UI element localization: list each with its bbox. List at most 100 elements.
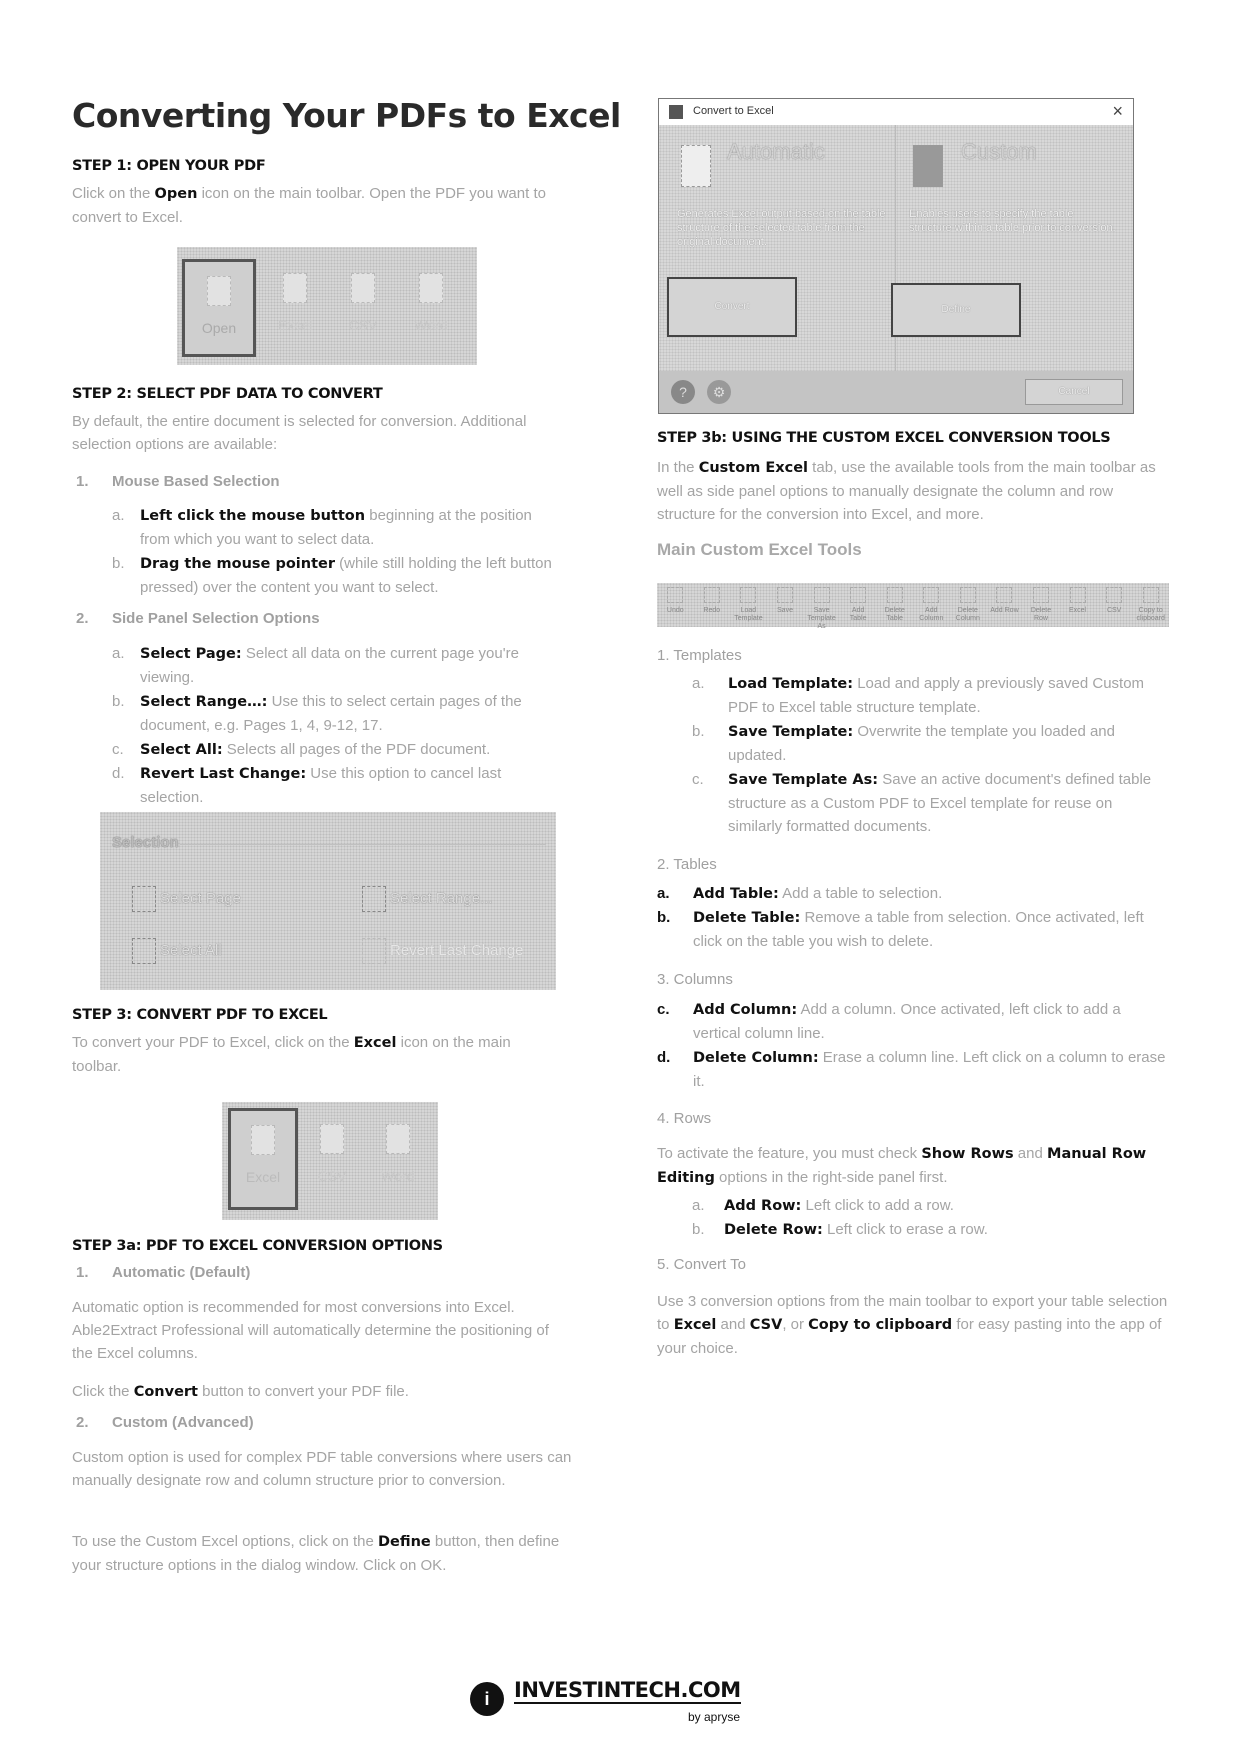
tool-copy-to-clipboard[interactable]: Copy to clipboard <box>1136 587 1166 623</box>
custom-option-title: 2. Custom (Advanced) <box>76 1414 254 1431</box>
tool-label: Add Row <box>990 607 1019 614</box>
excel-file-icon <box>251 1125 275 1155</box>
cancel-button[interactable]: Cancel <box>1025 379 1123 405</box>
list-item: b. Drag the mouse pointer (while still h… <box>112 555 552 596</box>
word-file-icon <box>419 273 443 303</box>
define-instruction: To use the Custom Excel options, click o… <box>72 1533 560 1574</box>
custom-excel-toolbar-screenshot: Undo Redo Load Template Save Save Template A… <box>657 583 1169 630</box>
select-range-option[interactable]: Select Range... <box>362 886 493 912</box>
delete-row-icon <box>1033 587 1049 603</box>
automatic-option-heading[interactable]: Automatic <box>727 139 825 165</box>
delete-table-icon <box>886 587 903 603</box>
step1-text: Click on the Open icon on the main toolb… <box>72 185 546 226</box>
tool-csv[interactable]: CSV <box>1099 587 1129 615</box>
custom-table-icon <box>913 145 943 187</box>
revert-icon <box>362 938 386 964</box>
list-item: c. Add Column: Add a column. Once activa… <box>657 1001 1121 1042</box>
brand-byline: by apryse <box>688 1710 741 1724</box>
list-item: d. Delete Column: Erase a column line. L… <box>657 1049 1166 1090</box>
tool-load-template[interactable]: Load Template <box>733 587 763 623</box>
help-icon[interactable]: ? <box>671 380 695 404</box>
select-page-option[interactable]: Select Page <box>132 886 241 912</box>
custom-option-description: Enables users to specify the table struc… <box>909 208 1116 234</box>
tool-add-row[interactable]: Add Row <box>989 587 1019 615</box>
tool-delete-row[interactable]: Delete Row <box>1026 587 1056 623</box>
tool-label: Delete Row <box>1030 607 1052 622</box>
toolbar-excel-button[interactable]: Excel <box>267 273 323 333</box>
step3b-text: In the Custom Excel tab, use the availab… <box>657 459 1156 523</box>
automatic-option-title: 1. Automatic (Default) <box>76 1264 251 1281</box>
save-icon <box>777 587 793 603</box>
convert-button[interactable]: Convert <box>667 277 797 337</box>
tool-delete-table[interactable]: Delete Table <box>880 587 910 623</box>
convert-to-title: 5. Convert To <box>657 1256 746 1273</box>
revert-last-change-option[interactable]: Revert Last Change <box>362 938 523 964</box>
tool-label: Delete Column <box>955 607 980 622</box>
tool-excel[interactable]: Excel <box>1063 587 1093 615</box>
load-template-icon <box>740 587 757 603</box>
toolbar-word-button[interactable]: Word <box>403 273 459 333</box>
automatic-option-text: Automatic option is recommended for most… <box>72 1299 549 1362</box>
word-file-icon <box>386 1124 410 1154</box>
dialog-titlebar: Convert to Excel × <box>659 99 1133 125</box>
main-toolbar-screenshot: Open Excel CSV Word <box>177 247 477 365</box>
tool-redo[interactable]: Redo <box>697 587 727 615</box>
folder-open-icon <box>207 276 231 306</box>
tool-delete-column[interactable]: Delete Column <box>953 587 983 623</box>
convert-to-text: Use 3 conversion options from the main t… <box>657 1293 1168 1357</box>
csv-icon <box>1106 587 1123 603</box>
step3b-heading: STEP 3b: USING THE CUSTOM EXCEL CONVERSI… <box>657 430 1111 446</box>
tool-label: Undo <box>666 607 684 614</box>
brand-name[interactable]: INVESTINTECH.COM <box>514 1678 741 1704</box>
checkmark-icon <box>132 938 156 964</box>
tool-label: CSV <box>1106 607 1122 614</box>
toolbar-word-button[interactable]: Word <box>370 1124 426 1184</box>
tool-save[interactable]: Save <box>770 587 800 615</box>
define-button[interactable]: Define <box>891 283 1021 337</box>
undo-icon <box>667 587 684 603</box>
step2-section-1-title: 1. Mouse Based Selection <box>76 473 280 490</box>
tool-label: Add Column <box>919 607 944 622</box>
tool-label: Copy to clipboard <box>1136 607 1165 622</box>
custom-option-text: Custom option is used for complex PDF ta… <box>72 1449 572 1489</box>
dialog-footer: ? ⚙ Cancel <box>659 371 1133 413</box>
toolbar-open-button[interactable]: Open <box>182 259 256 357</box>
range-icon <box>362 886 386 912</box>
tool-save-template-as[interactable]: Save Template As <box>807 587 837 631</box>
select-all-option[interactable]: Select All <box>132 938 222 964</box>
step1-heading: STEP 1: OPEN YOUR PDF <box>72 158 266 174</box>
excel-app-icon <box>669 105 683 119</box>
excel-file-icon <box>283 273 307 303</box>
automatic-table-icon <box>681 145 711 187</box>
tool-label: Excel <box>1069 607 1087 614</box>
investintech-logo-icon: i <box>470 1682 504 1716</box>
tool-label: Add Table <box>849 607 867 622</box>
tool-label: Delete Table <box>884 607 905 622</box>
add-row-icon <box>996 587 1013 603</box>
settings-icon[interactable]: ⚙ <box>707 380 731 404</box>
list-item: d. Revert Last Change: Use this option t… <box>112 765 502 806</box>
custom-option-heading[interactable]: Custom <box>961 139 1037 165</box>
rows-intro: To activate the feature, you must check … <box>657 1145 1147 1186</box>
save-template-as-icon <box>813 587 830 603</box>
list-item: c. Save Template As: Save an active docu… <box>692 771 1152 835</box>
convert-toolbar-screenshot: Excel CSV Word <box>222 1102 438 1220</box>
selection-panel-title: Selection <box>112 834 179 851</box>
selection-panel-screenshot: Selection Select Page Select Range... Se… <box>100 812 556 990</box>
main-tools-title: Main Custom Excel Tools <box>657 540 862 559</box>
document-title: Converting Your PDFs to Excel <box>72 96 621 135</box>
rows-title: 4. Rows <box>657 1110 712 1127</box>
tool-undo[interactable]: Undo <box>660 587 690 615</box>
tool-add-table[interactable]: Add Table <box>843 587 873 623</box>
toolbar-csv-button[interactable]: CSV <box>335 273 391 333</box>
page-icon <box>132 886 156 912</box>
toolbar-csv-button[interactable]: CSV <box>304 1124 360 1184</box>
tool-label: Save <box>777 607 793 614</box>
close-icon[interactable]: × <box>1112 101 1123 122</box>
list-item: a. Load Template: Load and apply a previ… <box>692 675 1145 716</box>
add-table-icon <box>850 587 867 603</box>
list-item: b. Delete Table: Remove a table from sel… <box>657 909 1144 950</box>
toolbar-excel-button[interactable]: Excel <box>228 1108 298 1210</box>
tool-add-column[interactable]: Add Column <box>916 587 946 623</box>
step3-heading: STEP 3: CONVERT PDF TO EXCEL <box>72 1007 328 1023</box>
